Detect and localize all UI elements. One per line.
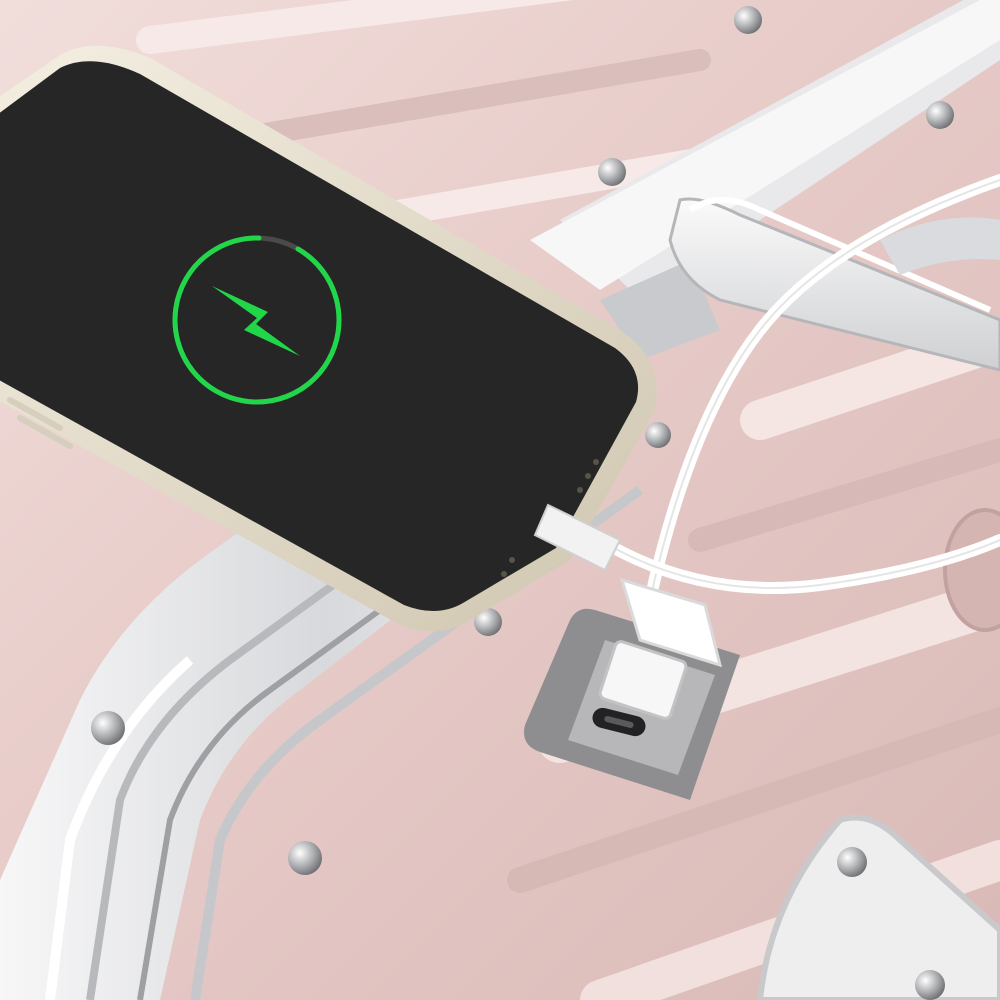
- luggage-charging-scene: [0, 0, 1000, 1000]
- rivet: [915, 970, 945, 1000]
- rivet: [837, 847, 867, 877]
